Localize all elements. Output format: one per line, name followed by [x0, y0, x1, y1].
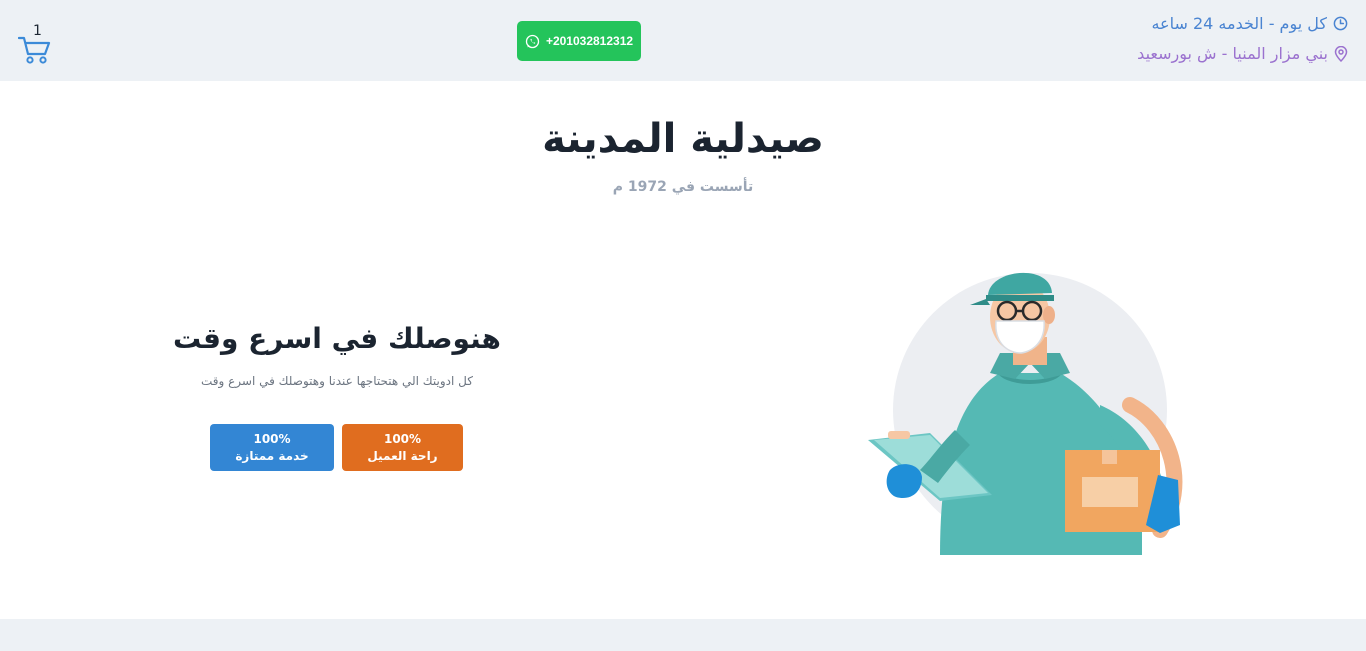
hours-text: كل يوم - الخدمه 24 ساعه [1151, 14, 1327, 33]
badge-label: راحة العميل [367, 448, 438, 463]
cart-button[interactable]: 1 [18, 23, 54, 66]
top-bar: 1 +201032812312 كل يوم - الخدمه 24 ساعه … [0, 0, 1366, 81]
working-hours: كل يوم - الخدمه 24 ساعه [1151, 14, 1348, 33]
whatsapp-button[interactable]: +201032812312 [517, 21, 641, 61]
delivery-man-illustration [868, 272, 1183, 555]
address: بني مزار المنيا - ش بورسعيد [1137, 44, 1348, 63]
badge-percent: 100% [253, 431, 291, 446]
hero-heading: هنوصلك في اسرع وقت [173, 322, 501, 355]
footer-strip [0, 619, 1366, 651]
badge-percent: 100% [383, 431, 422, 446]
whatsapp-icon [525, 34, 540, 48]
address-text: بني مزار المنيا - ش بورسعيد [1137, 44, 1328, 63]
page-subtitle: تأسست في 1972 م [612, 179, 754, 195]
whatsapp-number: +201032812312 [545, 34, 634, 48]
location-pin-icon [1334, 45, 1348, 62]
shopping-cart-icon [18, 36, 51, 64]
excellent-service-badge: 100% خدمة ممتازة [210, 424, 334, 471]
badge-label: خدمة ممتازة [235, 448, 309, 463]
customer-comfort-badge: 100% راحة العميل [342, 424, 463, 471]
hero-description: كل ادويتك الي هتحتاجها عندنا وهتوصلك في … [201, 374, 473, 388]
page-title: صيدلية المدينة [542, 116, 824, 162]
clock-icon [1333, 16, 1348, 31]
